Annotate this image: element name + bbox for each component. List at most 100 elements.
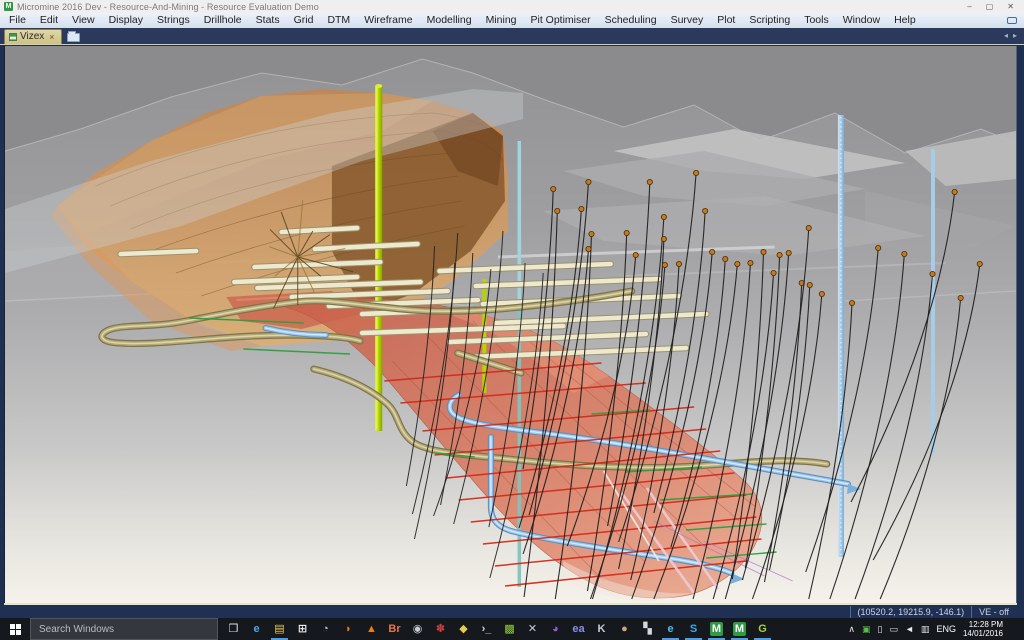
drillhole-collar <box>633 252 638 257</box>
clock[interactable]: 12:28 PM 14/01/2016 <box>963 620 1009 638</box>
start-button[interactable] <box>0 618 30 640</box>
taskbar-app-geobank[interactable]: G <box>751 618 774 640</box>
taskbar-app-display-icon[interactable]: ▭ <box>889 624 898 635</box>
taskbar-app-camera-app[interactable]: ◉ <box>406 618 429 640</box>
drillhole-collar <box>586 246 591 251</box>
taskbar-app-media-app[interactable]: ◔ <box>314 618 337 640</box>
vizex-viewport <box>0 45 1024 606</box>
drillhole-collar <box>735 261 740 266</box>
menu-item[interactable]: Mining <box>479 13 524 28</box>
drillhole-collar <box>930 271 935 276</box>
drillhole-collar <box>819 291 824 296</box>
menu-item[interactable]: Plot <box>710 13 742 28</box>
drillhole-collar <box>551 186 556 191</box>
menu-item[interactable]: DTM <box>320 13 357 28</box>
language-indicator[interactable]: ENG <box>936 624 956 634</box>
tab-scroll-right-icon[interactable]: ▸ <box>1013 31 1017 41</box>
taskbar-app-checker-app[interactable]: ▚ <box>636 618 659 640</box>
cursor-coordinates: (10520.2, 19215.9, -146.1) <box>850 606 972 618</box>
drillhole-collar <box>676 261 681 266</box>
menu-item[interactable]: Display <box>102 13 150 28</box>
drillhole-collar <box>761 249 766 254</box>
menu-item[interactable]: Strings <box>150 13 197 28</box>
menu-item[interactable]: Pit Optimiser <box>524 13 598 28</box>
taskbar-app-volume-icon[interactable]: ◄ <box>905 624 914 634</box>
taskbar-app-store[interactable]: ⊞ <box>291 618 314 640</box>
menu-item[interactable]: File <box>2 13 33 28</box>
drillhole-collar <box>958 295 963 300</box>
taskbar-app-file-explorer[interactable]: ▤ <box>268 618 291 640</box>
drillhole-collar <box>710 249 715 254</box>
menu-item[interactable]: Window <box>836 13 887 28</box>
taskbar-app-internet-explorer[interactable]: e <box>659 618 682 640</box>
taskbar-app-green-tray-icon[interactable]: ▣ <box>862 624 871 635</box>
taskbar-app-yellow-map-app[interactable]: ◆ <box>452 618 475 640</box>
tab-bar: Vizex × ◂ ▸ <box>0 28 1024 45</box>
tab-scroll-left-icon[interactable]: ◂ <box>1004 31 1008 41</box>
menu-item[interactable]: Modelling <box>420 13 479 28</box>
search-input[interactable]: Search Windows <box>30 618 218 640</box>
taskbar-app-vlc[interactable]: ▲ <box>360 618 383 640</box>
vizex-3d-scene[interactable] <box>4 46 1017 603</box>
menu-item[interactable]: Tools <box>797 13 836 28</box>
taskbar-app-edge[interactable]: e <box>245 618 268 640</box>
taskbar-app-micromine-b[interactable]: M <box>728 618 751 640</box>
menu-item[interactable]: Scheduling <box>598 13 664 28</box>
search-placeholder: Search Windows <box>39 624 114 635</box>
drillhole-collar <box>661 214 666 219</box>
menu-item[interactable]: Edit <box>33 13 65 28</box>
taskbar-app-purple-app[interactable]: ◕ <box>544 618 567 640</box>
yellow-pole-main <box>375 86 382 431</box>
taskbar-app-chat-icon[interactable]: ▥ <box>921 624 930 635</box>
menu-item[interactable]: Drillhole <box>197 13 249 28</box>
taskbar-app-red-flower-app[interactable]: ✽ <box>429 618 452 640</box>
menu-bar: FileEditViewDisplayStringsDrillholeStats… <box>0 13 1024 28</box>
taskbar-app-k-app[interactable]: K <box>590 618 613 640</box>
taskbar-app-globe-app[interactable]: ● <box>613 618 636 640</box>
menu-item[interactable]: Scripting <box>742 13 797 28</box>
menu-item[interactable]: Help <box>887 13 923 28</box>
drillhole-collar <box>589 231 594 236</box>
status-bar: (10520.2, 19215.9, -146.1) VE - off <box>0 606 1024 618</box>
menu-item[interactable]: Survey <box>664 13 711 28</box>
drillhole-collar <box>748 260 753 265</box>
drillhole-collar <box>849 300 854 305</box>
taskbar-app-task-view[interactable]: ❒ <box>222 618 245 640</box>
drillhole-collar <box>586 179 591 184</box>
taskbar-app-skype[interactable]: S <box>682 618 705 640</box>
feedback-icon[interactable] <box>1007 17 1017 24</box>
drillhole-collar <box>807 282 812 287</box>
drillhole-collar <box>723 256 728 261</box>
taskbar-app-tray-chevron[interactable]: ∧ <box>848 624 855 635</box>
title-bar: M Micromine 2016 Dev - Resource-And-Mini… <box>0 0 1024 13</box>
taskbar-app-blue-ea-app[interactable]: ea <box>567 618 590 640</box>
vertical-exaggeration-status: VE - off <box>971 606 1016 618</box>
tab-vizex[interactable]: Vizex × <box>4 29 62 44</box>
drillhole-collar <box>703 208 708 213</box>
taskbar-app-bridge-app[interactable]: Br <box>383 618 406 640</box>
taskbar-apps: ❒ e ▤ ⊞ ◔ ◗ <box>222 618 774 640</box>
minimize-button[interactable]: – <box>967 0 971 13</box>
vizex-grid-icon <box>9 33 17 41</box>
taskbar-app-phone-icon[interactable]: ▯ <box>878 624 883 635</box>
taskbar-app-command-prompt[interactable]: ›_ <box>475 618 498 640</box>
taskbar-app-green-doc-app[interactable]: ▩ <box>498 618 521 640</box>
tab-label: Vizex <box>20 31 44 42</box>
menu-item[interactable]: Stats <box>249 13 287 28</box>
taskbar-app-x-app[interactable]: ✕ <box>521 618 544 640</box>
stope-bar <box>121 251 196 254</box>
tab-close-icon[interactable]: × <box>49 32 54 42</box>
close-button[interactable]: ✕ <box>1007 0 1014 13</box>
maximize-button[interactable]: ▢ <box>986 0 994 13</box>
micromine-window: M Micromine 2016 Dev - Resource-And-Mini… <box>0 0 1024 640</box>
menu-item[interactable]: View <box>65 13 102 28</box>
drillhole-collar <box>771 270 776 275</box>
taskbar-app-micromine-a[interactable]: M <box>705 618 728 640</box>
windows-logo-icon <box>10 624 21 635</box>
folder-icon[interactable] <box>67 33 80 42</box>
menu-item[interactable]: Grid <box>287 13 321 28</box>
taskbar-app-firefox[interactable]: ◗ <box>337 618 360 640</box>
drillhole-collar <box>977 261 982 266</box>
menu-item[interactable]: Wireframe <box>357 13 419 28</box>
time: 12:28 PM <box>963 620 1003 629</box>
